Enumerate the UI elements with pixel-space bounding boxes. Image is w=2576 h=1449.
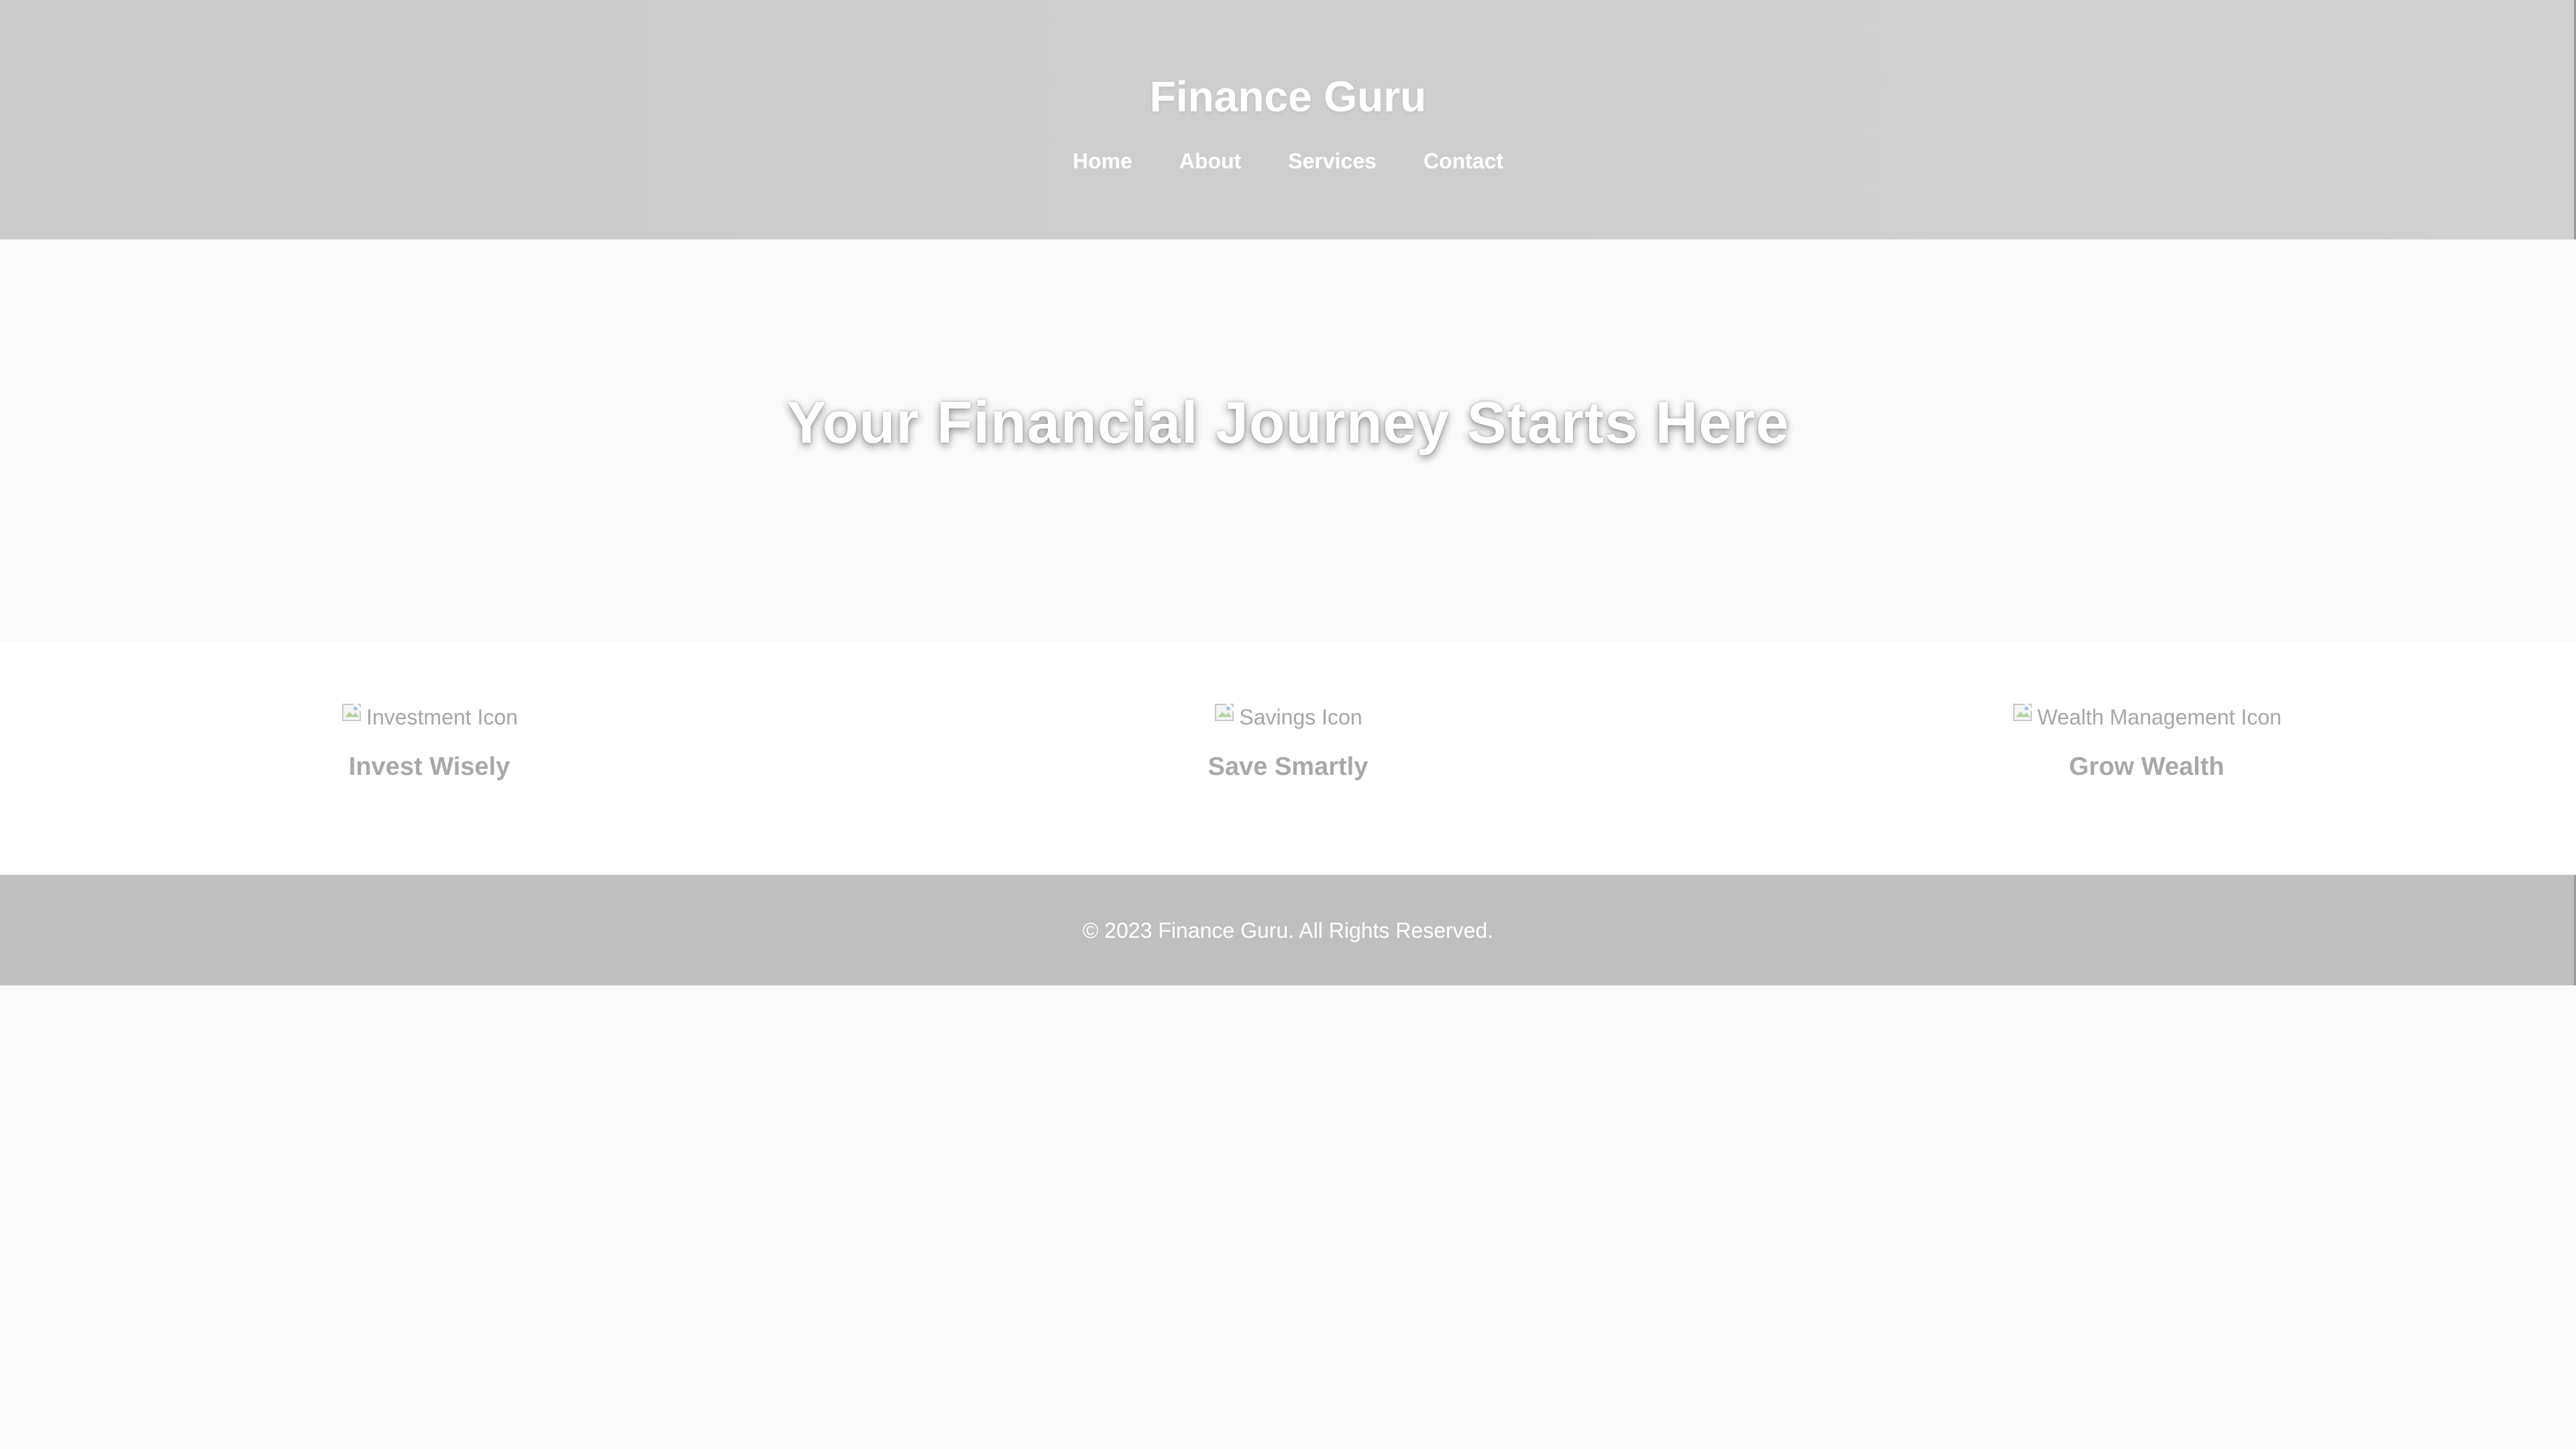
features-section: Investment Icon Invest Wisely Savings Ic… bbox=[0, 642, 2576, 875]
savings-image: Savings Icon bbox=[1214, 702, 1362, 732]
nav-link-home[interactable]: Home bbox=[1073, 146, 1132, 176]
wealth-management-image-alt: Wealth Management Icon bbox=[2037, 705, 2282, 729]
savings-image-alt: Savings Icon bbox=[1239, 705, 1362, 729]
feature-title-save: Save Smartly bbox=[1208, 753, 1368, 781]
wealth-management-image: Wealth Management Icon bbox=[2012, 702, 2282, 732]
feature-save: Savings Icon Save Smartly bbox=[859, 702, 1717, 784]
nav-link-services[interactable]: Services bbox=[1288, 146, 1377, 176]
broken-image-icon bbox=[1215, 702, 1238, 721]
investment-image: Investment Icon bbox=[341, 702, 518, 732]
site-header: Finance Guru Home About Services Contact bbox=[0, 0, 2576, 239]
footer-copyright: © 2023 Finance Guru. All Rights Reserved… bbox=[1082, 918, 1494, 943]
site-brand-title[interactable]: Finance Guru bbox=[0, 67, 2576, 126]
site-footer: © 2023 Finance Guru. All Rights Reserved… bbox=[0, 875, 2576, 985]
nav-link-about[interactable]: About bbox=[1179, 146, 1241, 176]
nav-link-contact[interactable]: Contact bbox=[1424, 146, 1503, 176]
feature-invest: Investment Icon Invest Wisely bbox=[0, 702, 859, 784]
feature-title-invest: Invest Wisely bbox=[348, 753, 511, 781]
feature-title-grow: Grow Wealth bbox=[2069, 753, 2224, 781]
main-nav: Home About Services Contact bbox=[0, 146, 2576, 176]
broken-image-icon bbox=[2012, 702, 2036, 721]
broken-image-icon bbox=[342, 702, 365, 721]
investment-image-alt: Investment Icon bbox=[366, 705, 518, 729]
hero-title: Your Financial Journey Starts Here bbox=[786, 388, 1790, 455]
feature-grow: Wealth Management Icon Grow Wealth bbox=[1717, 702, 2576, 784]
hero-section: Your Financial Journey Starts Here bbox=[0, 239, 2576, 642]
